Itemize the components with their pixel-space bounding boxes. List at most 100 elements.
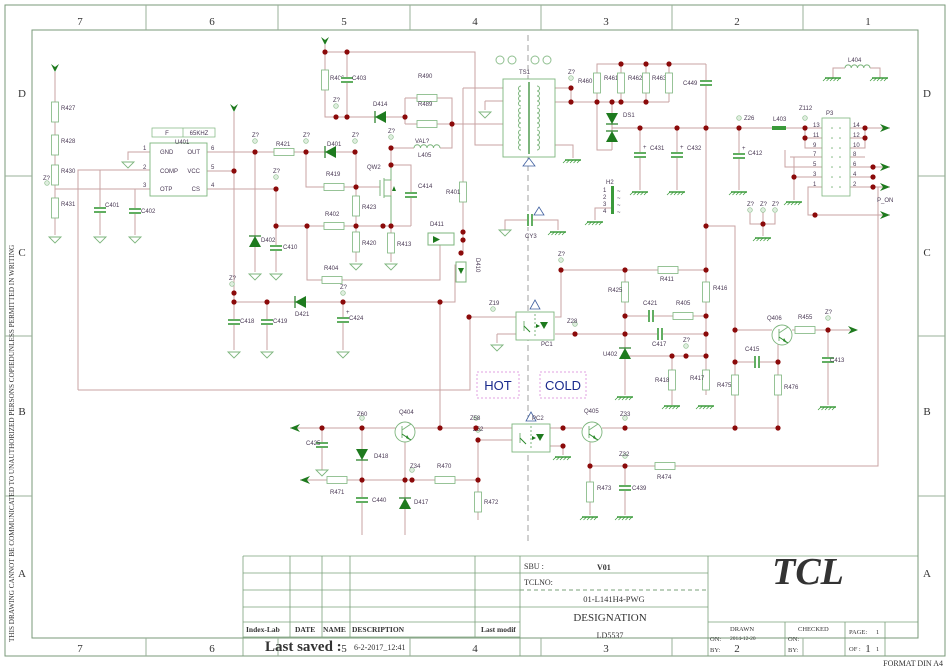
- column-number: 4: [472, 16, 478, 28]
- junction-dot: [380, 223, 386, 229]
- title-col-name: NAME: [323, 625, 346, 634]
- junction-dot: [802, 135, 808, 141]
- polarity-mark: +: [643, 145, 647, 151]
- title-of-label: OF :: [849, 646, 861, 653]
- junction-dot: [353, 184, 359, 190]
- component-label: R411: [660, 277, 675, 283]
- component-label: Z?: [772, 202, 780, 208]
- component-label: Z?: [388, 129, 396, 135]
- transistor-icon: [581, 421, 603, 443]
- ground-icon: [268, 273, 284, 281]
- row-letter: C: [18, 247, 25, 259]
- ground-icon: [259, 351, 275, 359]
- resistor-body: [434, 476, 456, 484]
- junction-dot: [475, 477, 481, 483]
- resistor-body: [51, 197, 59, 219]
- resistor-body: [352, 195, 360, 217]
- test-point: Z?: [683, 338, 691, 349]
- confidentiality-note: THIS DRAWING CANNOT BE COMMUNICATED TO U…: [8, 245, 16, 642]
- chassis-ground-icon: [547, 231, 566, 236]
- chassis-ground-icon: [562, 159, 581, 164]
- resistor-body: [474, 491, 482, 513]
- component-label: PC1: [541, 342, 553, 348]
- component-label: TS1: [519, 70, 531, 76]
- ground-icon: [247, 273, 263, 281]
- test-point: Z?: [825, 310, 833, 321]
- component-label: Z26: [744, 116, 755, 122]
- test-point-icon: [340, 290, 346, 296]
- row-letter: C: [923, 247, 930, 259]
- connector-pin-number: 12: [853, 133, 860, 139]
- wire: [596, 102, 612, 151]
- diode-icon: [375, 111, 386, 123]
- component-label: R463: [652, 76, 667, 82]
- component-label: C432: [687, 146, 702, 152]
- component-label: R472: [484, 500, 499, 506]
- resistor-body: [51, 101, 59, 123]
- component-label: Z58: [470, 416, 481, 422]
- component-label: Z?: [825, 310, 833, 316]
- transistor-icon: [394, 421, 416, 443]
- ground-icon: [348, 263, 364, 271]
- header-pin-mark: ~: [617, 196, 621, 202]
- inductor-L403: L403: [772, 117, 787, 130]
- diode-D418: D418: [356, 449, 389, 461]
- row-letter: B: [18, 406, 25, 418]
- junction-dot: [344, 114, 350, 120]
- title-sbu-label: SBU :: [524, 562, 544, 571]
- component-label: Z?: [747, 202, 755, 208]
- test-point: Z?: [340, 285, 348, 296]
- column-number: 5: [341, 16, 347, 28]
- capacitor-C439: C439: [618, 485, 647, 492]
- diode-D411: D411: [427, 222, 455, 246]
- component-label: R421: [276, 142, 291, 148]
- column-number: 6: [209, 643, 215, 655]
- test-point-icon: [229, 281, 235, 287]
- mounting-pin-icon: [530, 55, 540, 65]
- resistor-body: [621, 281, 629, 303]
- junction-dot: [304, 223, 310, 229]
- junction-dot: [622, 331, 628, 337]
- resistor-R428: R428: [51, 134, 76, 156]
- component-label: R490: [418, 74, 433, 80]
- junction-dot: [252, 149, 258, 155]
- component-label: Z?: [568, 70, 576, 76]
- test-point: Z?: [747, 202, 755, 213]
- title-designation-value: LD5537: [597, 631, 624, 640]
- junction-dot: [231, 168, 237, 174]
- schematic-sheet: 77665544332211D DC CB BA ATHIS DRAWING CANNO…: [4, 4, 946, 668]
- wire: [78, 316, 516, 391]
- junction-dot: [273, 223, 279, 229]
- ic-pin-number: 1: [143, 146, 147, 152]
- test-point-icon: [558, 257, 564, 263]
- title-of-value: 1: [876, 646, 879, 653]
- capacitor-C431: + C431: [633, 145, 665, 158]
- junction-dot: [669, 353, 675, 359]
- component-label: D402: [261, 238, 276, 244]
- component-label: C414: [418, 184, 433, 190]
- chassis-ground-icon: [822, 77, 841, 82]
- junction-dot: [560, 425, 566, 431]
- warning-icon: [522, 157, 536, 167]
- wire: [532, 219, 559, 230]
- frequency-value: 65KHZ: [190, 131, 209, 137]
- component-label: R401: [446, 190, 461, 196]
- junction-dot: [319, 425, 325, 431]
- junction-dot: [568, 85, 574, 91]
- resistor-R427: R427: [51, 101, 76, 123]
- junction-dot: [352, 149, 358, 155]
- component-label: R470: [437, 464, 452, 470]
- row-letter: D: [923, 88, 931, 100]
- component-label: C403: [352, 76, 367, 82]
- resistor-R405: R405: [672, 301, 694, 320]
- junction-dot: [458, 250, 464, 256]
- resistor-body: [51, 164, 59, 186]
- junction-dot: [637, 125, 643, 131]
- junction-dot: [732, 359, 738, 365]
- title-tclno-value: 01-L141H4-PWG: [583, 594, 644, 604]
- test-point: Z?: [43, 176, 51, 186]
- capacitor-C402: C402: [128, 208, 156, 215]
- resistor-R461: R461: [593, 72, 619, 94]
- resistor-body: [321, 69, 329, 91]
- title-drawn-on-value: 2014-12-20: [730, 636, 756, 642]
